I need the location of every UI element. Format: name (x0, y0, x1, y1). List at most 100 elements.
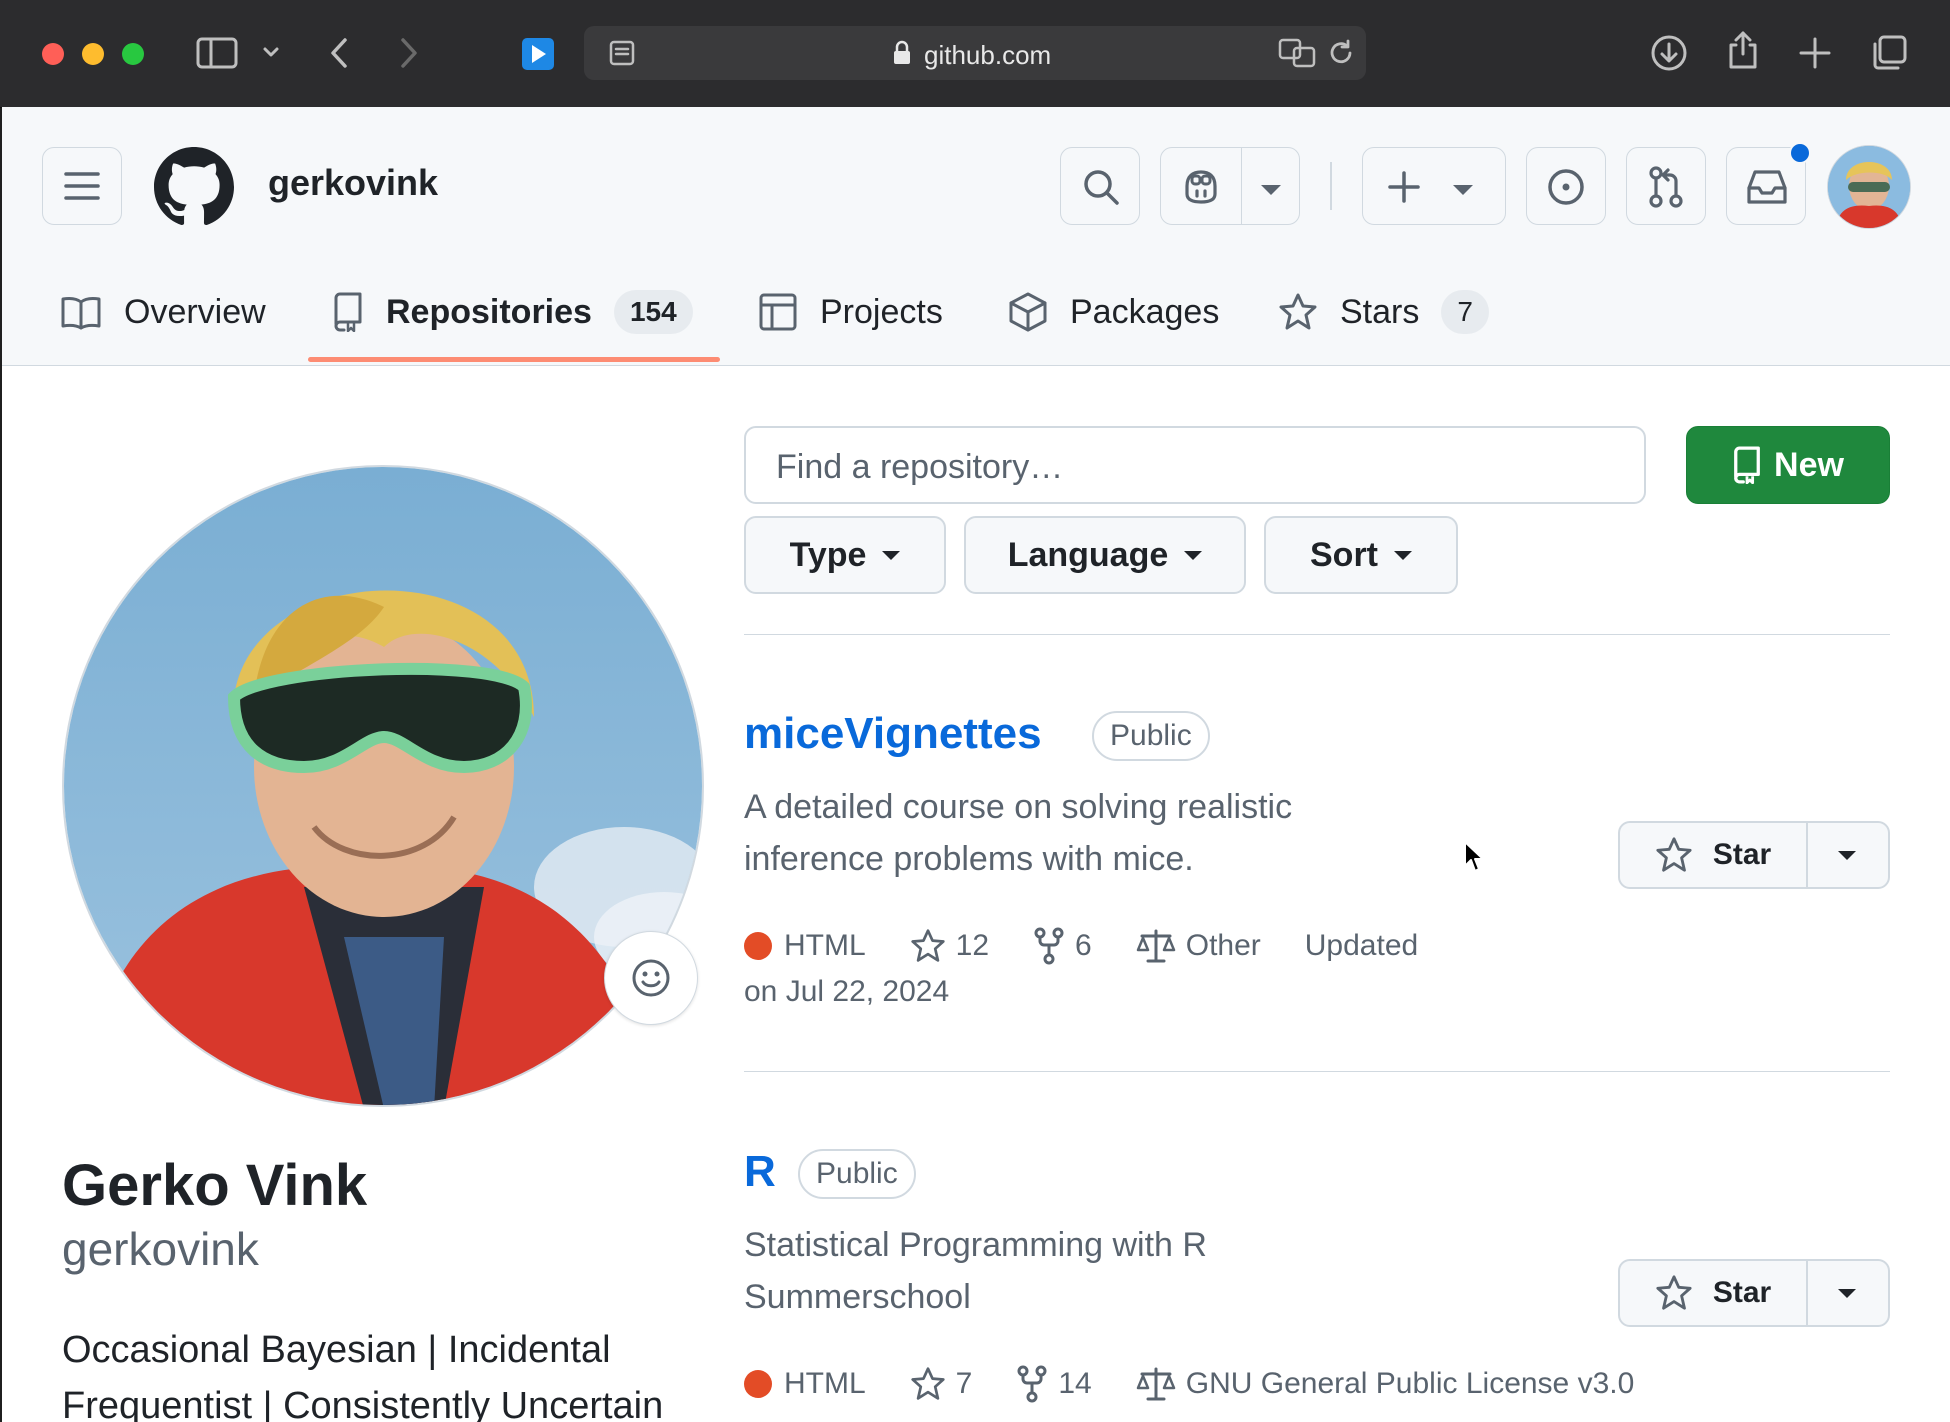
repo-name-link[interactable]: R (744, 1147, 776, 1197)
star-label: Star (1712, 838, 1772, 871)
repository-count-badge: 154 (613, 290, 693, 334)
caret-down-icon (1838, 850, 1856, 860)
profile-avatar[interactable] (62, 465, 704, 1107)
sidebar-toggle-icon[interactable] (196, 36, 238, 70)
tab-label: Stars (1340, 292, 1420, 331)
list-divider (744, 1071, 1890, 1072)
header-divider (1330, 162, 1332, 210)
close-window-button[interactable] (42, 43, 64, 65)
caret-down-icon (1184, 550, 1203, 560)
reader-mode-icon[interactable] (608, 40, 636, 66)
stars-count-badge: 7 (1441, 290, 1489, 334)
set-status-button[interactable] (604, 931, 698, 1025)
download-icon[interactable] (1650, 34, 1688, 72)
sort-button[interactable]: Sort (1264, 516, 1458, 594)
issues-button[interactable] (1526, 147, 1606, 225)
star-button[interactable]: Star (1620, 1261, 1808, 1325)
global-header: gerkovink Overview Repositories 154 Proj… (2, 107, 1950, 366)
stars-count: 7 (955, 1367, 973, 1400)
pull-requests-button[interactable] (1626, 147, 1706, 225)
browser-toolbar: github.com (0, 0, 1950, 108)
address-bar[interactable]: github.com (584, 26, 1366, 80)
repo-forks-link[interactable]: 6 (1033, 927, 1092, 965)
minimize-window-button[interactable] (82, 43, 104, 65)
language-filter-button[interactable]: Language (964, 516, 1246, 594)
star-list-dropdown[interactable] (1806, 823, 1888, 887)
url-text: github.com (924, 40, 1052, 70)
filter-label: Language (1007, 535, 1169, 574)
notification-dot (1789, 142, 1811, 164)
tab-stars[interactable]: Stars 7 (1278, 277, 1489, 347)
profile-bio: Occasional Bayesian | Incidental Frequen… (62, 1329, 664, 1422)
new-button-label: New (1774, 445, 1844, 484)
license-label: GNU General Public License v3.0 (1185, 1367, 1635, 1400)
language-label: HTML (784, 929, 866, 962)
type-filter-button[interactable]: Type (744, 516, 946, 594)
list-divider (744, 634, 1890, 635)
table-icon (759, 293, 797, 331)
tab-overview-icon[interactable] (1870, 34, 1908, 72)
translate-icon[interactable] (1278, 38, 1316, 68)
find-repository-input[interactable]: Find a repository… (744, 426, 1646, 504)
star-icon (1656, 1275, 1692, 1310)
tab-label: Repositories (386, 292, 592, 331)
repo-language: HTML (744, 1367, 866, 1401)
search-button[interactable] (1060, 147, 1140, 225)
mouse-pointer-icon (1463, 840, 1485, 874)
star-label: Star (1712, 1276, 1772, 1309)
star-button-group: Star (1618, 821, 1890, 889)
tab-label: Overview (124, 292, 266, 331)
pull-request-icon (1649, 166, 1683, 208)
chevron-down-icon[interactable] (1261, 182, 1281, 200)
smiley-icon (632, 959, 670, 997)
star-icon (911, 929, 945, 962)
reload-icon[interactable] (1326, 38, 1356, 68)
star-button[interactable]: Star (1620, 823, 1808, 887)
star-icon (911, 1367, 945, 1400)
share-icon[interactable] (1726, 30, 1760, 70)
tab-projects[interactable]: Projects (758, 277, 943, 347)
forward-arrow-icon[interactable] (398, 36, 420, 70)
forks-count: 6 (1075, 929, 1092, 962)
plus-icon (1388, 171, 1420, 203)
back-arrow-icon[interactable] (328, 36, 350, 70)
repo-license: GNU General Public License v3.0 (1136, 1366, 1635, 1402)
tab-repositories[interactable]: Repositories 154 (332, 277, 693, 347)
extension-icon[interactable] (520, 36, 556, 72)
new-tab-icon[interactable] (1798, 36, 1832, 70)
package-icon (1009, 292, 1047, 332)
law-icon (1136, 1367, 1175, 1401)
profile-full-name: Gerko Vink (62, 1153, 368, 1218)
tab-packages[interactable]: Packages (1008, 277, 1219, 347)
repo-license: Other (1136, 928, 1261, 964)
zoom-window-button[interactable] (122, 43, 144, 65)
repo-language: HTML (744, 929, 866, 963)
fork-icon (1034, 927, 1064, 965)
stars-count: 12 (955, 929, 990, 962)
tab-overview[interactable]: Overview (60, 277, 266, 347)
caret-down-icon (882, 550, 901, 560)
header-username[interactable]: gerkovink (268, 162, 438, 204)
law-icon (1136, 929, 1175, 963)
repo-name-link[interactable]: miceVignettes (744, 709, 1042, 759)
forks-count: 14 (1058, 1367, 1092, 1400)
copilot-button[interactable] (1160, 147, 1300, 225)
inbox-icon (1747, 170, 1787, 204)
book-icon (61, 296, 101, 330)
star-list-dropdown[interactable] (1806, 1261, 1888, 1325)
repo-description: Statistical Programming with R Summersch… (744, 1226, 1207, 1316)
repo-forks-link[interactable]: 14 (1016, 1365, 1092, 1403)
create-new-button[interactable] (1362, 147, 1506, 225)
menu-button[interactable] (42, 147, 122, 225)
new-repository-button[interactable]: New (1686, 426, 1890, 504)
repo-stars-link[interactable]: 7 (910, 1366, 973, 1402)
repo-stars-link[interactable]: 12 (910, 928, 989, 964)
caret-down-icon (1838, 1288, 1856, 1298)
github-logo-icon[interactable] (154, 147, 234, 227)
updated-label: Updated (1304, 929, 1419, 962)
chevron-down-icon[interactable] (262, 44, 280, 60)
repo-icon (1734, 446, 1760, 484)
avatar[interactable] (1827, 145, 1911, 229)
issue-icon (1548, 169, 1584, 205)
chevron-down-icon (1453, 182, 1473, 200)
